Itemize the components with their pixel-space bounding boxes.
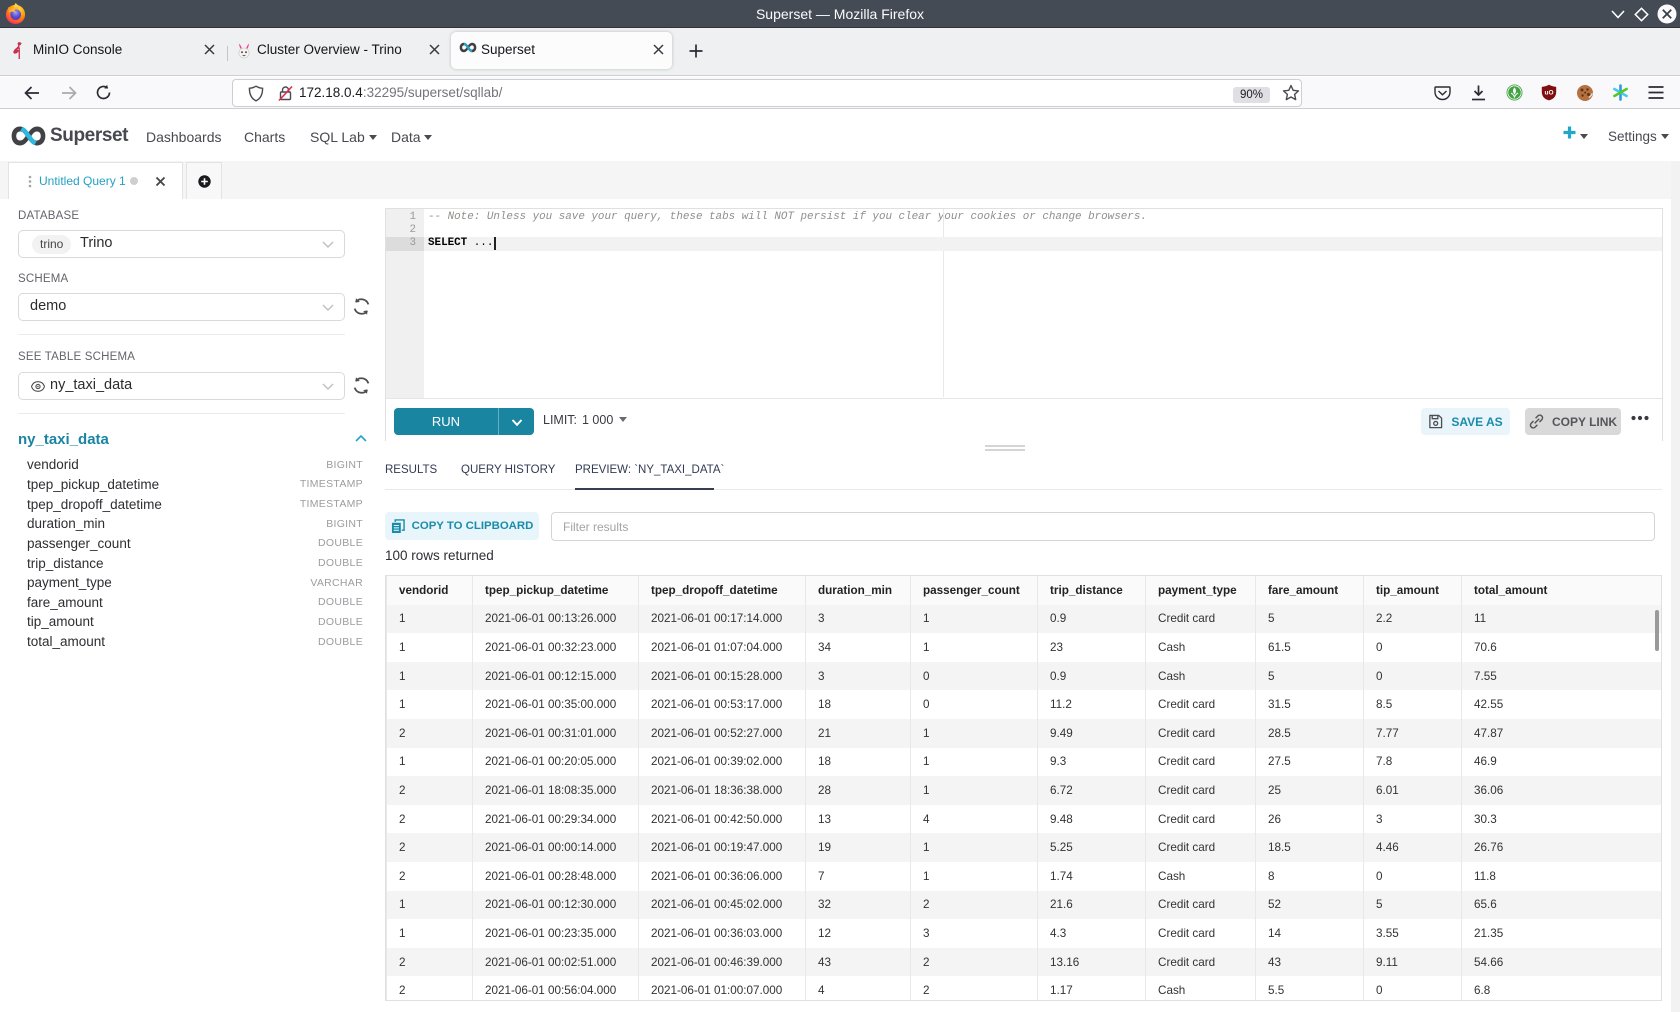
svg-text:uO: uO (1544, 90, 1553, 97)
